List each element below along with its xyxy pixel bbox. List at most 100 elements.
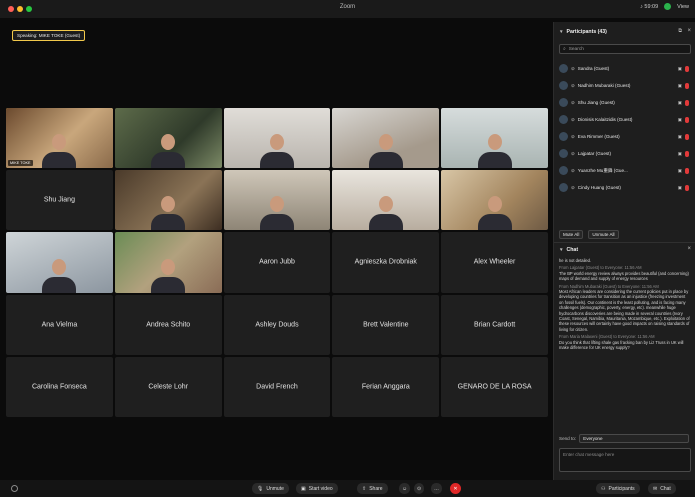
settings-icon[interactable] — [11, 485, 18, 492]
close-icon[interactable]: × — [687, 246, 691, 252]
participant-tile[interactable] — [223, 108, 331, 169]
person-silhouette — [151, 194, 186, 231]
participant-row[interactable]: ⊘ Lajpatar (Guest) ▣ — [554, 145, 695, 162]
participant-row-name: Yuanzhe Mu重鋒 (Gue... — [577, 167, 628, 173]
participant-tile[interactable]: Ferian Anggara — [332, 356, 440, 417]
leave-icon: ✕ — [453, 485, 458, 492]
avatar — [559, 149, 568, 158]
participant-tile[interactable]: Ashley Douds — [223, 294, 331, 355]
shield-icon[interactable] — [664, 3, 672, 10]
unmute-all-button[interactable]: Unmute All — [588, 230, 619, 239]
camera-icon: ▣ — [677, 167, 682, 173]
avatar — [559, 166, 568, 175]
participant-tile[interactable] — [223, 170, 331, 231]
participant-row[interactable]: ⊘ Sandra (Guest) ▣ — [554, 60, 695, 77]
chat-button[interactable]: ✉ Chat — [648, 483, 676, 494]
participant-tile[interactable] — [441, 108, 548, 169]
video-off-icon: ⊘ — [571, 116, 575, 122]
participants-search-input[interactable]: ⌕ Search — [559, 44, 691, 54]
person-silhouette — [42, 132, 77, 169]
share-button[interactable]: ⇧ Share — [357, 483, 388, 494]
participant-tile[interactable]: GENARO DE LA ROSA — [441, 356, 548, 417]
participant-video — [114, 232, 222, 293]
share-icon: ⇧ — [362, 485, 367, 492]
participant-tile[interactable] — [332, 170, 440, 231]
window-title: Zoom — [339, 4, 356, 10]
title-bar: Zoom ♪ 59:09 View — [0, 0, 695, 18]
participant-video — [332, 170, 440, 231]
muted-mic-icon — [685, 167, 689, 174]
participant-row[interactable]: ⊘ Yuanzhe Mu重鋒 (Gue... ▣ — [554, 162, 695, 179]
more-button[interactable]: … — [431, 483, 442, 494]
participant-row[interactable]: ⊘ Shu Jiang (Guest) ▣ — [554, 94, 695, 111]
participant-name: Celeste Lohr — [148, 383, 189, 391]
share-label: Share — [369, 485, 383, 492]
participant-name: David French — [256, 383, 298, 391]
camera-icon: ▣ — [677, 82, 682, 88]
participant-tile[interactable]: Alex Wheeler — [441, 232, 548, 293]
participant-tile[interactable] — [114, 170, 222, 231]
apps-button[interactable]: ⊙ — [414, 483, 425, 494]
participant-video — [114, 170, 222, 231]
participant-tile[interactable]: Celeste Lohr — [114, 356, 222, 417]
person-silhouette — [368, 132, 403, 169]
title-bar-right: ♪ 59:09 View — [640, 3, 689, 10]
participant-tile[interactable]: MIKE TOKE — [6, 108, 113, 169]
view-button[interactable]: View — [677, 4, 689, 10]
camera-icon: ▣ — [677, 133, 682, 139]
camera-icon: ▣ — [677, 116, 682, 122]
participant-tile[interactable]: Ana Vielma — [6, 294, 113, 355]
participant-tile[interactable]: Andrea Schito — [114, 294, 222, 355]
participant-tile[interactable] — [114, 232, 222, 293]
popout-icon[interactable]: ⧉ — [678, 28, 682, 34]
participant-tile[interactable]: David French — [223, 356, 331, 417]
mute-all-button[interactable]: Mute All — [559, 230, 584, 239]
participant-tile[interactable]: Aaron Jubb — [223, 232, 331, 293]
participant-row[interactable]: ⊘ Nadhim Mubaraki (Guest) ▣ — [554, 77, 695, 94]
chevron-down-icon[interactable]: ▾ — [560, 29, 563, 35]
reactions-button[interactable]: ☺ — [399, 483, 411, 494]
more-icon: … — [434, 485, 439, 492]
participant-tile[interactable]: Shu Jiang — [6, 170, 113, 231]
participant-row-name: Dionisis Kalaitzidis (Guest) — [577, 117, 633, 122]
participant-tile[interactable] — [114, 108, 222, 169]
participant-tile[interactable]: Agnieszka Drobniak — [332, 232, 440, 293]
unmute-button[interactable]: 🎙 Unmute — [252, 483, 289, 494]
participant-tile[interactable]: Brett Valentine — [332, 294, 440, 355]
participants-header: ▾ Participants (43) ⧉ × — [554, 22, 695, 42]
start-video-button[interactable]: ▣ Start video — [296, 483, 338, 494]
chat-input[interactable]: Enter chat message here — [559, 448, 691, 472]
participants-button[interactable]: ⚇ Participants — [596, 483, 640, 494]
send-to-select[interactable]: Everyone — [579, 434, 690, 443]
participant-name: Brett Valentine — [363, 321, 409, 329]
person-silhouette — [477, 132, 512, 169]
leave-button[interactable]: ✕ — [450, 483, 461, 494]
avatar — [559, 132, 568, 141]
person-silhouette — [259, 132, 294, 169]
participant-row[interactable]: ⊘ Dionisis Kalaitzidis (Guest) ▣ — [554, 111, 695, 128]
search-icon: ⌕ — [563, 47, 566, 52]
video-off-icon: ⊘ — [571, 133, 575, 139]
participants-list: ⊘ Sandra (Guest) ▣ ⊘ Nadhim Mubaraki (Guest)… — [554, 60, 695, 230]
chat-message: Do you think that lifting shale gas frac… — [559, 339, 684, 351]
participant-tile[interactable] — [332, 108, 440, 169]
participant-tile[interactable] — [441, 170, 548, 231]
participant-row[interactable]: ⊘ Eva Rimmer (Guest) ▣ — [554, 128, 695, 145]
muted-mic-icon — [685, 82, 689, 89]
participant-row-name: Nadhim Mubaraki (Guest) — [577, 83, 631, 88]
participant-tile[interactable]: Brian Cardott — [441, 294, 548, 355]
participant-tile[interactable] — [6, 232, 113, 293]
chat-icon: ✉ — [653, 485, 658, 492]
close-icon[interactable]: × — [687, 28, 691, 34]
participant-name: GENARO DE LA ROSA — [457, 383, 532, 391]
chat-title: Chat — [566, 246, 579, 253]
chevron-down-icon[interactable]: ▾ — [560, 247, 563, 253]
video-off-icon: ⊘ — [571, 65, 575, 71]
participant-row[interactable]: ⊘ Cindy Huang (Guest) ▣ — [554, 179, 695, 196]
participant-name: Ferian Anggara — [361, 383, 410, 391]
participant-video — [6, 232, 113, 293]
avatar — [559, 183, 568, 192]
participant-tile[interactable]: Carolina Fonseca — [6, 356, 113, 417]
participants-label: Participants — [608, 485, 635, 492]
video-off-icon: ⊘ — [571, 150, 575, 156]
